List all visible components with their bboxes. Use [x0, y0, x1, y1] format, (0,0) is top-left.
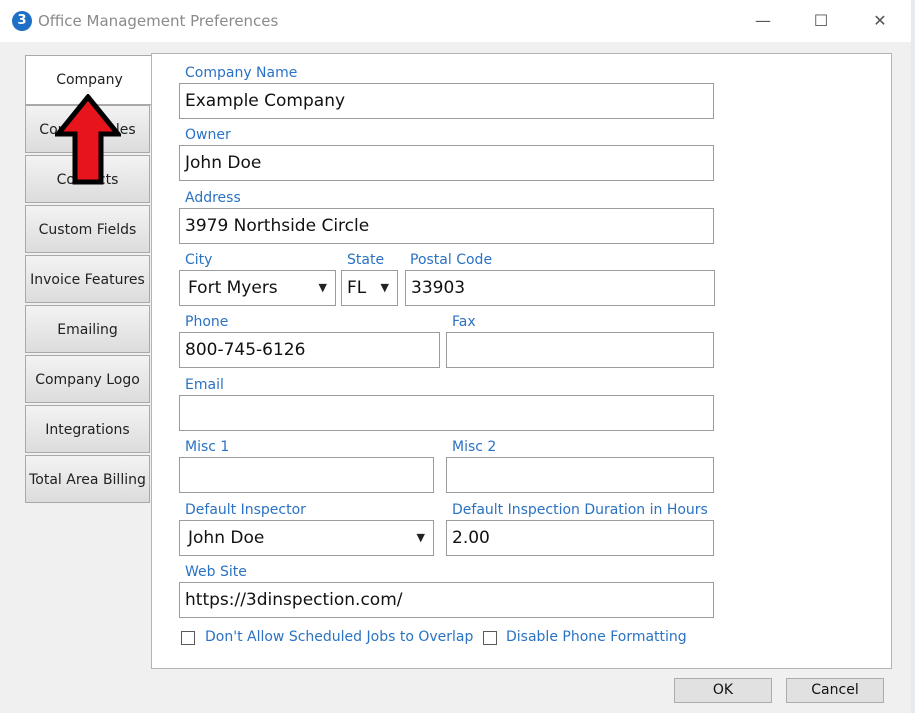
chevron-down-icon: ▼ — [380, 281, 389, 294]
minimize-button[interactable]: — — [740, 6, 786, 36]
fax-label: Fax — [452, 314, 476, 330]
cancel-button[interactable]: Cancel — [786, 678, 884, 703]
owner-label: Owner — [185, 127, 231, 143]
ok-button[interactable]: OK — [674, 678, 772, 703]
no-overlap-label[interactable]: Don't Allow Scheduled Jobs to Overlap — [205, 629, 473, 645]
owner-input[interactable]: John Doe — [179, 145, 714, 181]
tab-emailing[interactable]: Emailing — [25, 305, 150, 353]
maximize-button[interactable]: ☐ — [798, 6, 844, 36]
email-input[interactable] — [179, 395, 714, 431]
misc1-label: Misc 1 — [185, 439, 230, 455]
no-overlap-checkbox[interactable] — [181, 631, 195, 645]
tab-invoice-features[interactable]: Invoice Features — [25, 255, 150, 303]
preferences-window: 3 Office Management Preferences — ☐ ✕ Co… — [0, 0, 912, 713]
misc2-label: Misc 2 — [452, 439, 497, 455]
address-label: Address — [185, 190, 241, 206]
city-dropdown[interactable]: Fort Myers ▼ — [179, 270, 336, 306]
app-logo-icon: 3 — [12, 11, 32, 31]
city-label: City — [185, 252, 213, 268]
phone-label: Phone — [185, 314, 229, 330]
address-input[interactable]: 3979 Northside Circle — [179, 208, 714, 244]
default-duration-input[interactable]: 2.00 — [446, 520, 714, 556]
company-name-label: Company Name — [185, 65, 298, 81]
red-arrow-up-icon — [55, 94, 121, 185]
misc2-input[interactable] — [446, 457, 714, 493]
chevron-down-icon: ▼ — [318, 281, 327, 294]
default-inspector-dropdown[interactable]: John Doe ▼ — [179, 520, 434, 556]
state-dropdown[interactable]: FL ▼ — [341, 270, 398, 306]
window-title: Office Management Preferences — [38, 12, 279, 30]
tab-integrations[interactable]: Integrations — [25, 405, 150, 453]
default-duration-label: Default Inspection Duration in Hours — [452, 502, 708, 518]
tab-company-logo[interactable]: Company Logo — [25, 355, 150, 403]
company-name-input[interactable]: Example Company — [179, 83, 714, 119]
phone-input[interactable]: 800-745-6126 — [179, 332, 440, 368]
state-value: FL — [347, 278, 367, 298]
title-bar: 3 Office Management Preferences — ☐ ✕ — [0, 0, 911, 42]
email-label: Email — [185, 377, 224, 393]
tab-total-area-billing[interactable]: Total Area Billing — [25, 455, 150, 503]
postal-code-label: Postal Code — [410, 252, 493, 268]
default-inspector-value: John Doe — [188, 528, 265, 548]
disable-phone-format-checkbox[interactable] — [483, 631, 497, 645]
chevron-down-icon: ▼ — [416, 531, 425, 544]
close-button[interactable]: ✕ — [857, 6, 903, 36]
background-window-edge — [911, 0, 915, 713]
misc1-input[interactable] — [179, 457, 434, 493]
disable-phone-format-label[interactable]: Disable Phone Formatting — [506, 629, 687, 645]
postal-code-input[interactable]: 33903 — [405, 270, 715, 306]
city-value: Fort Myers — [188, 278, 278, 298]
default-inspector-label: Default Inspector — [185, 502, 306, 518]
web-site-input[interactable]: https://3dinspection.com/ — [179, 582, 714, 618]
fax-input[interactable] — [446, 332, 714, 368]
state-label: State — [347, 252, 385, 268]
tab-custom-fields[interactable]: Custom Fields — [25, 205, 150, 253]
web-site-label: Web Site — [185, 564, 247, 580]
